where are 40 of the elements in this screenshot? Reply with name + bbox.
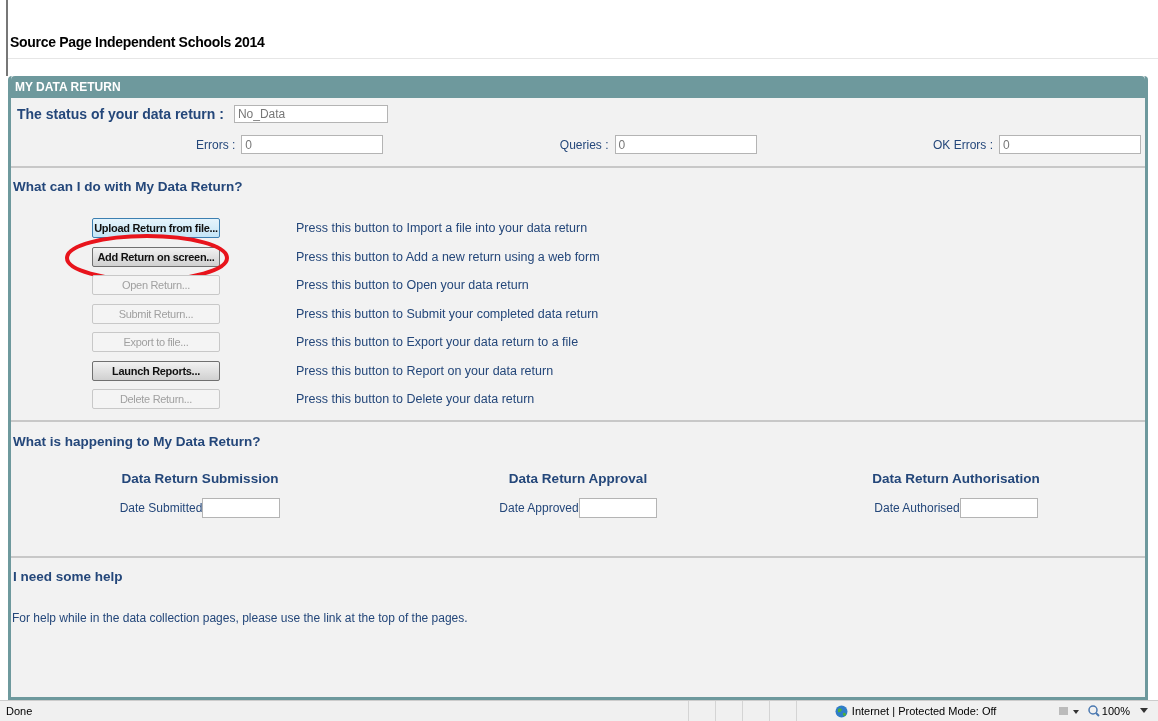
- action-description: Press this button to Delete your data return: [296, 392, 535, 406]
- date-label: Date Approved: [499, 501, 579, 515]
- date-label: Date Authorised: [874, 501, 960, 515]
- page-title: Source Page Independent Schools 2014: [9, 33, 265, 50]
- section-heading: What can I do with My Data Return?: [12, 179, 243, 194]
- stage-heading: Data Return Submission: [121, 471, 279, 486]
- count-field[interactable]: 0: [241, 135, 384, 154]
- date-label: Date Submitted: [119, 501, 203, 515]
- action-description: Press this button to Import a file into your data return: [296, 221, 588, 235]
- action-description: Press this button to Open your data return: [296, 278, 529, 292]
- status-field[interactable]: No_Data: [233, 105, 388, 123]
- action-description: Press this button to Add a new return using a web form: [296, 249, 600, 264]
- count-field[interactable]: 0: [614, 135, 757, 154]
- action-button[interactable]: Upload Return from file...: [92, 218, 220, 238]
- count-label: Queries :: [559, 137, 609, 152]
- date-field[interactable]: [578, 498, 657, 518]
- count-label: Errors :: [196, 137, 236, 152]
- zoom-level: 100%: [1101, 705, 1130, 717]
- panel-title: MY DATA RETURN: [15, 80, 121, 94]
- stage-heading: Data Return Authorisation: [872, 471, 1040, 486]
- dropdown-icon[interactable]: [1140, 708, 1148, 714]
- action-description: Press this button to Submit your completed data return: [296, 306, 599, 321]
- section-heading: What is happening to My Data Return?: [12, 434, 261, 449]
- count-field[interactable]: 0: [999, 135, 1141, 154]
- help-text: For help while in the data collection pages, please use the link at the top of the pages.: [11, 611, 468, 625]
- action-button[interactable]: Launch Reports...: [92, 360, 220, 381]
- action-description: Press this button to Report on your data return: [296, 363, 554, 378]
- security-icon: [1057, 705, 1080, 717]
- action-description: Press this button to Export your data return to a file: [296, 335, 579, 349]
- status-label: The status of your data return :: [17, 106, 224, 122]
- section-heading: I need some help: [12, 569, 123, 584]
- action-button[interactable]: Add Return on screen...: [92, 246, 220, 267]
- date-field[interactable]: [959, 498, 1038, 518]
- zone-text: Internet | Protected Mode: Off: [851, 705, 998, 717]
- stage-heading: Data Return Approval: [508, 471, 648, 486]
- count-label: OK Errors :: [932, 137, 993, 152]
- globe-icon: [834, 704, 848, 718]
- zoom-icon: [1087, 705, 1100, 717]
- status-text: Done: [6, 705, 34, 717]
- date-field[interactable]: [202, 498, 281, 518]
